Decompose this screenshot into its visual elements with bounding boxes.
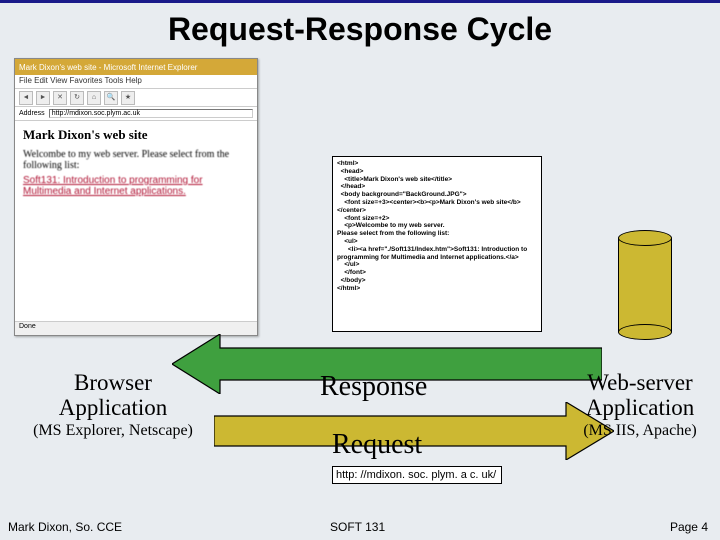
webserver-app-sublabel: (MS IIS, Apache) [570,422,710,440]
browser-menubar: File Edit View Favorites Tools Help [15,75,257,89]
forward-icon: ► [36,91,50,105]
favorites-icon: ★ [121,91,135,105]
browser-content: Mark Dixon's web site Welcombe to my web… [15,121,257,321]
server-cylinder-icon [618,230,672,340]
address-label: Address [19,110,45,117]
back-icon: ◄ [19,91,33,105]
page-paragraph: Welcombe to my web server. Please select… [23,149,249,171]
page-heading: Mark Dixon's web site [23,127,249,143]
footer-page: Page 4 [670,520,708,534]
home-icon: ⌂ [87,91,101,105]
search-icon: 🔍 [104,91,118,105]
slide-title: Request-Response Cycle [20,11,700,48]
address-input: http://mdixon.soc.plym.ac.uk [49,109,253,118]
browser-titlebar: Mark Dixon's web site - Microsoft Intern… [15,59,257,75]
browser-statusbar: Done [15,321,257,335]
footer-course: SOFT 131 [330,520,385,534]
refresh-icon: ↻ [70,91,84,105]
browser-app-label: Browser Application [28,370,198,421]
request-url-box: http: //mdixon. soc. plym. a c. uk/ [332,466,502,484]
stop-icon: ✕ [53,91,67,105]
footer-author: Mark Dixon, So. CCE [8,520,122,534]
request-label: Request [332,430,422,461]
html-source-box: <html> <head> <title>Mark Dixon's web si… [332,156,542,332]
page-link: Soft131: Introduction to programming for… [23,175,203,197]
title-bar: Request-Response Cycle [0,0,720,52]
webserver-app-label: Web-server Application [570,370,710,421]
browser-app-sublabel: (MS Explorer, Netscape) [28,422,198,440]
browser-window: Mark Dixon's web site - Microsoft Intern… [14,58,258,336]
response-label: Response [320,372,427,403]
browser-toolbar: ◄ ► ✕ ↻ ⌂ 🔍 ★ [15,89,257,107]
browser-address-bar: Address http://mdixon.soc.plym.ac.uk [15,107,257,121]
